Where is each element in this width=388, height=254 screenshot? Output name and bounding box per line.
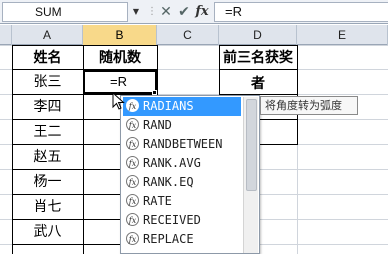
autocomplete-item-label: RANK.AVG — [143, 156, 201, 170]
autocomplete-item[interactable]: fx RAND — [123, 116, 241, 135]
check-icon[interactable]: ✔ — [176, 2, 192, 22]
mouse-cursor-icon — [112, 92, 125, 110]
formula-buttons: ⋮ ✕ ✔ fx — [144, 2, 214, 22]
autocomplete-item[interactable]: fx RATE — [123, 192, 241, 211]
fx-function-icon: fx — [126, 175, 139, 188]
fx-function-icon: fx — [126, 213, 139, 226]
column-headers: A B C D E — [0, 25, 388, 45]
autocomplete-item[interactable]: fx RECEIVED — [123, 211, 241, 230]
close-icon[interactable]: ✕ — [158, 2, 174, 22]
autocomplete-item-label: RECEIVED — [143, 213, 201, 227]
function-autocomplete-list[interactable]: fx RADIANS fx RAND fx RANDBETWEEN fx RAN… — [120, 95, 260, 254]
autocomplete-item[interactable]: fx REPLACE — [123, 230, 241, 249]
name-cell[interactable]: 杨一 — [12, 169, 83, 195]
name-cell[interactable]: 武八 — [12, 219, 83, 245]
scrollbar-thumb[interactable] — [246, 99, 257, 191]
name-box[interactable]: SUM — [2, 2, 128, 22]
autocomplete-item-label: RANDBETWEEN — [143, 137, 223, 151]
header-winners[interactable]: 前三名获奖者 — [219, 45, 297, 92]
function-tooltip: 将角度转为弧度 — [260, 96, 358, 115]
name-cell[interactable]: 肖七 — [12, 194, 83, 220]
formula-input[interactable]: =R — [214, 2, 388, 22]
name-cell[interactable]: 张三 — [12, 69, 83, 95]
autocomplete-scrollbar[interactable] — [243, 97, 258, 253]
autocomplete-item-label: RATE — [143, 194, 172, 208]
name-cell[interactable]: 李四 — [12, 94, 83, 120]
column-header-c[interactable]: C — [157, 25, 219, 45]
column-header-d[interactable]: D — [219, 25, 297, 45]
autocomplete-item[interactable]: fx RANK.AVG — [123, 154, 241, 173]
column-header-e[interactable]: E — [297, 25, 388, 45]
column-header-a[interactable]: A — [12, 25, 83, 45]
header-random[interactable]: 随机数 — [83, 45, 157, 71]
autocomplete-item[interactable]: fx RANK.EQ — [123, 173, 241, 192]
fx-function-icon: fx — [126, 232, 139, 245]
autocomplete-item-label: REPLACE — [143, 232, 194, 246]
fx-function-icon: fx — [126, 156, 139, 169]
name-cell[interactable]: 赵五 — [12, 144, 83, 170]
fx-function-icon: fx — [126, 194, 139, 207]
fx-function-icon: fx — [126, 99, 139, 112]
autocomplete-item-label: RAND — [143, 118, 172, 132]
autocomplete-item[interactable]: fx RADIANS — [123, 97, 241, 116]
autocomplete-item-label: RADIANS — [143, 99, 194, 113]
select-all-corner[interactable] — [0, 25, 12, 45]
column-header-b[interactable]: B — [83, 25, 157, 45]
fx-function-icon: fx — [126, 118, 139, 131]
fx-function-icon: fx — [126, 137, 139, 150]
active-cell-text: =R — [110, 74, 127, 89]
name-box-dropdown-icon[interactable]: ▼ — [129, 2, 143, 22]
autocomplete-item-label: RANK.EQ — [143, 175, 194, 189]
name-cell[interactable]: 王二 — [12, 119, 83, 145]
header-name[interactable]: 姓名 — [12, 45, 83, 71]
autocomplete-item[interactable]: fx RANDBETWEEN — [123, 135, 241, 154]
fx-icon[interactable]: fx — [194, 2, 210, 22]
